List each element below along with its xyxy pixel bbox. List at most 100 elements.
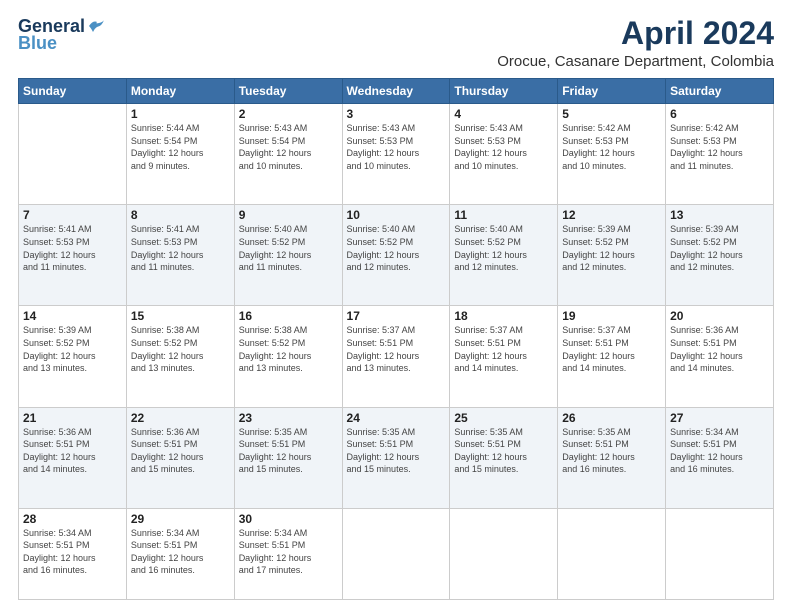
calendar-cell: 30Sunrise: 5:34 AMSunset: 5:51 PMDayligh… [234,508,342,599]
cell-info: Sunrise: 5:44 AMSunset: 5:54 PMDaylight:… [131,122,230,172]
calendar-cell: 1Sunrise: 5:44 AMSunset: 5:54 PMDaylight… [126,104,234,205]
day-number: 17 [347,309,446,323]
day-number: 22 [131,411,230,425]
cell-info: Sunrise: 5:41 AMSunset: 5:53 PMDaylight:… [23,223,122,273]
calendar-week-row: 7Sunrise: 5:41 AMSunset: 5:53 PMDaylight… [19,205,774,306]
calendar-cell: 17Sunrise: 5:37 AMSunset: 5:51 PMDayligh… [342,306,450,407]
cell-info: Sunrise: 5:43 AMSunset: 5:54 PMDaylight:… [239,122,338,172]
day-number: 18 [454,309,553,323]
header: General Blue April 2024 Orocue, Casanare… [18,16,774,70]
day-number: 6 [670,107,769,121]
calendar-cell: 28Sunrise: 5:34 AMSunset: 5:51 PMDayligh… [19,508,127,599]
calendar-cell: 25Sunrise: 5:35 AMSunset: 5:51 PMDayligh… [450,407,558,508]
title-block: April 2024 Orocue, Casanare Department, … [497,16,774,70]
calendar-cell: 3Sunrise: 5:43 AMSunset: 5:53 PMDaylight… [342,104,450,205]
calendar-cell [342,508,450,599]
calendar-week-row: 14Sunrise: 5:39 AMSunset: 5:52 PMDayligh… [19,306,774,407]
day-number: 9 [239,208,338,222]
day-number: 8 [131,208,230,222]
calendar-cell: 13Sunrise: 5:39 AMSunset: 5:52 PMDayligh… [666,205,774,306]
logo: General Blue [18,16,105,54]
cell-info: Sunrise: 5:36 AMSunset: 5:51 PMDaylight:… [23,426,122,476]
calendar-cell [450,508,558,599]
cell-info: Sunrise: 5:35 AMSunset: 5:51 PMDaylight:… [239,426,338,476]
calendar-header-row: SundayMondayTuesdayWednesdayThursdayFrid… [19,79,774,104]
day-number: 16 [239,309,338,323]
cell-info: Sunrise: 5:43 AMSunset: 5:53 PMDaylight:… [347,122,446,172]
calendar-cell [558,508,666,599]
calendar-cell: 18Sunrise: 5:37 AMSunset: 5:51 PMDayligh… [450,306,558,407]
calendar-cell: 2Sunrise: 5:43 AMSunset: 5:54 PMDaylight… [234,104,342,205]
cell-info: Sunrise: 5:38 AMSunset: 5:52 PMDaylight:… [131,324,230,374]
cell-info: Sunrise: 5:35 AMSunset: 5:51 PMDaylight:… [347,426,446,476]
col-header-sunday: Sunday [19,79,127,104]
day-number: 20 [670,309,769,323]
cell-info: Sunrise: 5:36 AMSunset: 5:51 PMDaylight:… [131,426,230,476]
calendar-cell: 24Sunrise: 5:35 AMSunset: 5:51 PMDayligh… [342,407,450,508]
day-number: 13 [670,208,769,222]
calendar-cell: 22Sunrise: 5:36 AMSunset: 5:51 PMDayligh… [126,407,234,508]
day-number: 7 [23,208,122,222]
calendar-cell [19,104,127,205]
day-number: 24 [347,411,446,425]
day-number: 5 [562,107,661,121]
cell-info: Sunrise: 5:41 AMSunset: 5:53 PMDaylight:… [131,223,230,273]
calendar-cell [666,508,774,599]
cell-info: Sunrise: 5:37 AMSunset: 5:51 PMDaylight:… [562,324,661,374]
cell-info: Sunrise: 5:40 AMSunset: 5:52 PMDaylight:… [239,223,338,273]
cell-info: Sunrise: 5:36 AMSunset: 5:51 PMDaylight:… [670,324,769,374]
cell-info: Sunrise: 5:42 AMSunset: 5:53 PMDaylight:… [562,122,661,172]
cell-info: Sunrise: 5:39 AMSunset: 5:52 PMDaylight:… [562,223,661,273]
cell-info: Sunrise: 5:40 AMSunset: 5:52 PMDaylight:… [454,223,553,273]
calendar-cell: 11Sunrise: 5:40 AMSunset: 5:52 PMDayligh… [450,205,558,306]
cell-info: Sunrise: 5:38 AMSunset: 5:52 PMDaylight:… [239,324,338,374]
calendar-cell: 21Sunrise: 5:36 AMSunset: 5:51 PMDayligh… [19,407,127,508]
col-header-wednesday: Wednesday [342,79,450,104]
col-header-tuesday: Tuesday [234,79,342,104]
calendar-week-row: 1Sunrise: 5:44 AMSunset: 5:54 PMDaylight… [19,104,774,205]
calendar-week-row: 28Sunrise: 5:34 AMSunset: 5:51 PMDayligh… [19,508,774,599]
day-number: 15 [131,309,230,323]
cell-info: Sunrise: 5:34 AMSunset: 5:51 PMDaylight:… [23,527,122,577]
day-number: 29 [131,512,230,526]
day-number: 12 [562,208,661,222]
calendar-cell: 19Sunrise: 5:37 AMSunset: 5:51 PMDayligh… [558,306,666,407]
page: General Blue April 2024 Orocue, Casanare… [0,0,792,612]
col-header-friday: Friday [558,79,666,104]
day-number: 11 [454,208,553,222]
calendar-cell: 9Sunrise: 5:40 AMSunset: 5:52 PMDaylight… [234,205,342,306]
cell-info: Sunrise: 5:34 AMSunset: 5:51 PMDaylight:… [670,426,769,476]
calendar-cell: 10Sunrise: 5:40 AMSunset: 5:52 PMDayligh… [342,205,450,306]
day-number: 4 [454,107,553,121]
day-number: 2 [239,107,338,121]
cell-info: Sunrise: 5:40 AMSunset: 5:52 PMDaylight:… [347,223,446,273]
cell-info: Sunrise: 5:43 AMSunset: 5:53 PMDaylight:… [454,122,553,172]
cell-info: Sunrise: 5:39 AMSunset: 5:52 PMDaylight:… [23,324,122,374]
day-number: 28 [23,512,122,526]
day-number: 27 [670,411,769,425]
calendar-cell: 4Sunrise: 5:43 AMSunset: 5:53 PMDaylight… [450,104,558,205]
col-header-thursday: Thursday [450,79,558,104]
day-number: 30 [239,512,338,526]
calendar-cell: 5Sunrise: 5:42 AMSunset: 5:53 PMDaylight… [558,104,666,205]
calendar-cell: 16Sunrise: 5:38 AMSunset: 5:52 PMDayligh… [234,306,342,407]
calendar-cell: 20Sunrise: 5:36 AMSunset: 5:51 PMDayligh… [666,306,774,407]
day-number: 21 [23,411,122,425]
cell-info: Sunrise: 5:37 AMSunset: 5:51 PMDaylight:… [454,324,553,374]
location: Orocue, Casanare Department, Colombia [497,53,774,70]
calendar-cell: 8Sunrise: 5:41 AMSunset: 5:53 PMDaylight… [126,205,234,306]
calendar-week-row: 21Sunrise: 5:36 AMSunset: 5:51 PMDayligh… [19,407,774,508]
col-header-saturday: Saturday [666,79,774,104]
calendar-table: SundayMondayTuesdayWednesdayThursdayFrid… [18,78,774,600]
cell-info: Sunrise: 5:34 AMSunset: 5:51 PMDaylight:… [239,527,338,577]
cell-info: Sunrise: 5:42 AMSunset: 5:53 PMDaylight:… [670,122,769,172]
day-number: 23 [239,411,338,425]
cell-info: Sunrise: 5:35 AMSunset: 5:51 PMDaylight:… [562,426,661,476]
day-number: 25 [454,411,553,425]
month-year: April 2024 [497,16,774,51]
logo-blue: Blue [18,33,57,54]
calendar-cell: 15Sunrise: 5:38 AMSunset: 5:52 PMDayligh… [126,306,234,407]
calendar-cell: 27Sunrise: 5:34 AMSunset: 5:51 PMDayligh… [666,407,774,508]
day-number: 1 [131,107,230,121]
day-number: 19 [562,309,661,323]
